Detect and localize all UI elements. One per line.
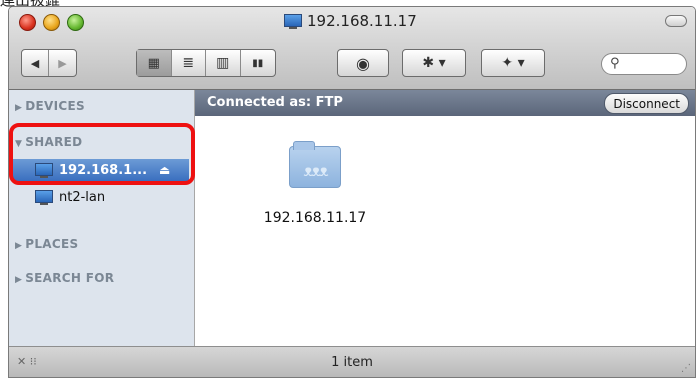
sidebar-item-nt2-lan[interactable]: nt2-lan [35, 188, 105, 206]
section-label: SEARCH FOR [25, 271, 115, 285]
resize-handle-icon[interactable]: ⋰ [681, 363, 691, 374]
disclosure-triangle-icon: ▶ [15, 241, 23, 251]
search-input[interactable]: ⚲ [601, 53, 687, 75]
icon-view-icon: ▦ [147, 55, 160, 71]
disconnect-button[interactable]: Disconnect [604, 93, 689, 114]
connection-status: Connected as: FTP [207, 95, 343, 110]
disclosure-triangle-icon: ▶ [15, 103, 23, 113]
eye-icon: ◉ [356, 53, 370, 73]
sidebar-item-label: nt2-lan [59, 189, 106, 205]
window-title: 192.168.11.17 [284, 11, 417, 31]
close-button[interactable] [19, 14, 36, 31]
search-icon: ⚲ [610, 56, 620, 71]
coverflow-view-icon: ▮▮ [252, 57, 264, 69]
back-forward-buttons: ◀ ▶ [21, 49, 77, 77]
forward-button[interactable]: ▶ [49, 50, 76, 76]
back-arrow-icon: ◀ [30, 56, 40, 70]
people-glyph: ᴥᴥᴥ [303, 161, 328, 180]
column-view-button[interactable]: ▥ [206, 50, 241, 76]
quick-look-button[interactable]: ◉ [337, 49, 389, 77]
action-menu-button[interactable]: ✱ ▾ [402, 49, 466, 77]
status-bar: ✕ ⁝⁝ 1 item ⋰ [9, 346, 695, 377]
list-view-button[interactable]: ≣ [172, 50, 206, 76]
view-mode-control: ▦ ≣ ▥ ▮▮ [136, 49, 276, 77]
list-view-icon: ≣ [182, 55, 195, 71]
coverflow-view-button[interactable]: ▮▮ [241, 50, 276, 76]
disclosure-triangle-icon: ▶ [15, 275, 23, 285]
file-view: ᴥᴥᴥ 192.168.11.17 [195, 116, 695, 346]
minimize-button[interactable] [43, 14, 60, 31]
toolbar-toggle-button[interactable] [665, 15, 687, 27]
zoom-button[interactable] [67, 14, 84, 31]
section-label: DEVICES [25, 99, 85, 113]
server-icon [35, 189, 53, 205]
monitor-icon [284, 13, 302, 29]
dropbox-icon: ✦ ▾ [501, 55, 525, 71]
back-button[interactable]: ◀ [22, 50, 49, 76]
window-title-text: 192.168.11.17 [307, 12, 417, 30]
icon-view-button[interactable]: ▦ [137, 50, 172, 76]
sidebar-section-search-for[interactable]: ▶ SEARCH FOR [15, 271, 114, 285]
file-item-label[interactable]: 192.168.11.17 [255, 210, 375, 226]
column-view-icon: ▥ [216, 55, 230, 71]
connection-bar: Connected as: FTP Disconnect [195, 90, 695, 116]
finder-window: 192.168.11.17 ◀ ▶ ▦ ≣ ▥ ▮▮ ◉ ✱ ▾ ✦ ▾ ⚲ ▶… [8, 6, 696, 378]
section-label: PLACES [25, 237, 79, 251]
dropbox-menu-button[interactable]: ✦ ▾ [481, 49, 545, 77]
forward-arrow-icon: ▶ [58, 56, 67, 70]
sidebar-section-devices[interactable]: ▶ DEVICES [15, 99, 85, 113]
sidebar-section-places[interactable]: ▶ PLACES [15, 237, 78, 251]
title-bar: 192.168.11.17 ◀ ▶ ▦ ≣ ▥ ▮▮ ◉ ✱ ▾ ✦ ▾ ⚲ [9, 7, 695, 90]
network-folder-icon[interactable]: ᴥᴥᴥ [289, 141, 341, 188]
item-count: 1 item [331, 355, 373, 370]
highlight-outline [9, 123, 195, 185]
gear-icon: ✱ ▾ [422, 55, 446, 71]
